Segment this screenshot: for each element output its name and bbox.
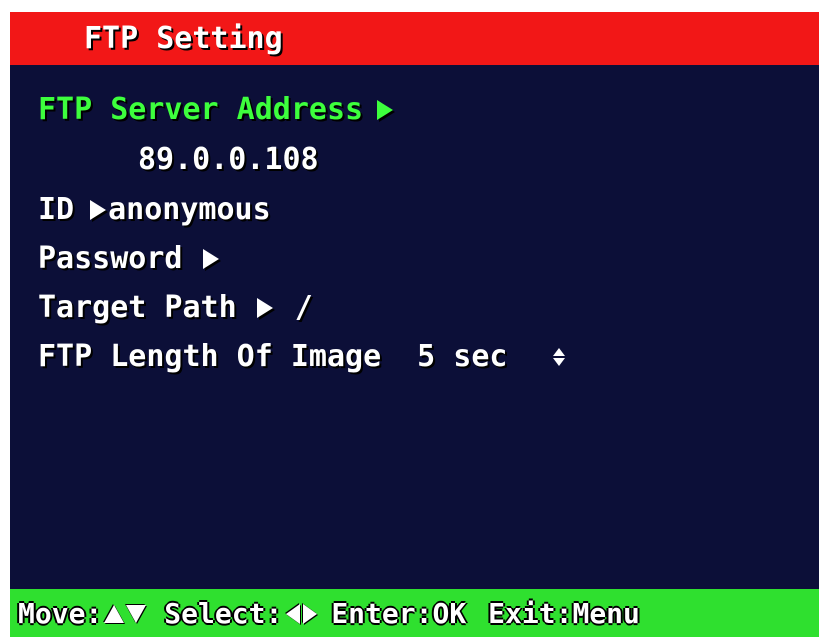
right-triangle-icon <box>303 604 318 624</box>
right-triangle-icon <box>377 100 394 120</box>
menu-item-target-path[interactable]: Target Path / <box>38 290 313 326</box>
length-of-image-label: FTP Length Of Image <box>38 339 382 374</box>
menu-item-ftp-server-address[interactable]: FTP Server Address <box>38 92 403 128</box>
target-path-label: Target Path <box>38 290 237 325</box>
enter-hint-label: Enter:OK <box>331 597 467 630</box>
ftp-server-address-label: FTP Server Address <box>38 92 364 127</box>
up-triangle-icon <box>104 605 125 623</box>
select-hint-label: Select: <box>164 597 283 630</box>
id-value[interactable]: anonymous <box>108 192 271 228</box>
right-triangle-icon <box>202 249 219 269</box>
left-triangle-icon <box>286 604 301 624</box>
title-bar: FTP Setting <box>10 12 819 65</box>
osd-screen: FTP Setting FTP Server Address 89.0.0.10… <box>10 12 819 637</box>
menu-item-password[interactable]: Password <box>38 241 229 277</box>
move-hint-label: Move: <box>18 597 103 630</box>
key-help: Move: Select: Enter:OK Exit:Menu <box>18 597 640 631</box>
status-bar: Move: Select: Enter:OK Exit:Menu <box>10 589 819 637</box>
up-down-arrows-icon[interactable] <box>553 348 566 366</box>
password-label: Password <box>38 241 183 276</box>
right-triangle-icon <box>90 200 107 220</box>
ftp-server-address-value[interactable]: 89.0.0.108 <box>138 142 319 178</box>
down-triangle-icon <box>126 605 147 623</box>
id-label: ID <box>38 192 75 227</box>
length-of-image-value[interactable]: 5 sec <box>417 339 507 375</box>
right-triangle-icon <box>256 298 273 318</box>
menu-item-ftp-length-of-image[interactable]: FTP Length Of Image 5 sec <box>38 339 566 375</box>
page-title: FTP Setting <box>84 21 283 56</box>
exit-hint-label: Exit:Menu <box>488 597 640 630</box>
target-path-value[interactable]: / <box>295 290 313 326</box>
menu-item-id[interactable]: ID anonymous <box>38 192 271 228</box>
